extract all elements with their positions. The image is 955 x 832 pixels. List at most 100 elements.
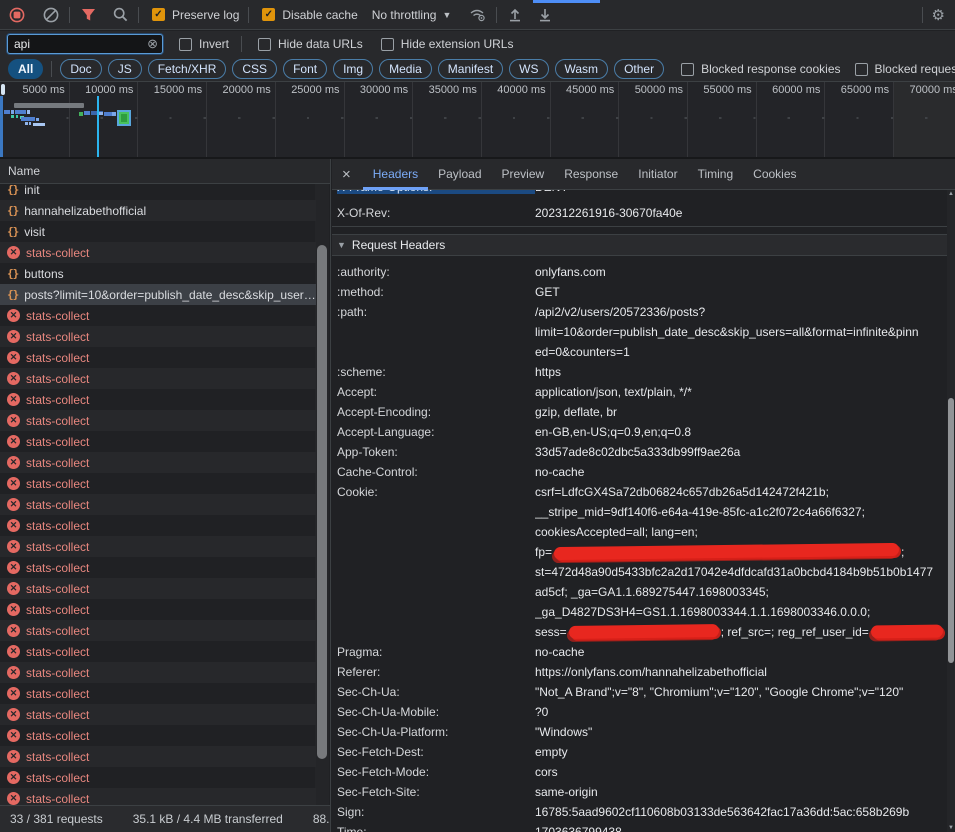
disclosure-triangle-icon[interactable]: ▼ bbox=[337, 240, 346, 250]
overview-window-left-edge[interactable] bbox=[0, 96, 3, 157]
filter-chip-media[interactable]: Media bbox=[379, 59, 432, 79]
disable-cache-checkbox[interactable]: ✓ bbox=[262, 8, 275, 21]
request-row[interactable]: ✕stats-collect bbox=[0, 746, 316, 767]
request-row[interactable]: ✕stats-collect bbox=[0, 389, 316, 410]
header-value: cors bbox=[535, 762, 947, 782]
close-details-icon[interactable]: × bbox=[342, 166, 351, 183]
throttling-select[interactable]: No throttling bbox=[372, 8, 437, 22]
record-button[interactable] bbox=[4, 3, 30, 27]
request-name: stats-collect bbox=[26, 414, 89, 428]
tab-preview[interactable]: Preview bbox=[492, 159, 555, 190]
request-row[interactable]: {}buttons bbox=[0, 263, 316, 284]
waterfall-bar bbox=[4, 110, 10, 114]
request-row[interactable]: ✕stats-collect bbox=[0, 452, 316, 473]
filter-chip-css[interactable]: CSS bbox=[232, 59, 277, 79]
header-value: same-origin bbox=[535, 782, 947, 802]
export-har-button[interactable] bbox=[532, 3, 558, 27]
request-row[interactable]: ✕stats-collect bbox=[0, 410, 316, 431]
header-value: onlyfans.com bbox=[535, 262, 947, 282]
filter-chip-wasm[interactable]: Wasm bbox=[555, 59, 609, 79]
header-value: gzip, deflate, br bbox=[535, 402, 947, 422]
scrollbar-thumb[interactable] bbox=[948, 398, 954, 663]
header-value: 202312261916-30670fa40e bbox=[535, 203, 947, 223]
hide-data-urls-label[interactable]: Hide data URLs bbox=[278, 37, 363, 51]
filter-chip-other[interactable]: Other bbox=[614, 59, 664, 79]
search-button[interactable] bbox=[107, 3, 133, 27]
header-name: X-Of-Rev: bbox=[337, 203, 535, 223]
name-column-header[interactable]: Name bbox=[0, 159, 331, 184]
request-row[interactable]: ✕stats-collect bbox=[0, 494, 316, 515]
tab-timing[interactable]: Timing bbox=[688, 159, 744, 190]
hide-data-urls-checkbox[interactable] bbox=[258, 38, 271, 51]
request-row[interactable]: ✕stats-collect bbox=[0, 326, 316, 347]
filter-input-box[interactable]: ⊗ bbox=[7, 34, 163, 54]
overview-drag-handle[interactable] bbox=[1, 84, 5, 95]
failed-request-icon: ✕ bbox=[7, 771, 20, 784]
scroll-down-icon[interactable]: ▼ bbox=[947, 825, 955, 831]
request-row[interactable]: ✕stats-collect bbox=[0, 536, 316, 557]
failed-request-icon: ✕ bbox=[7, 687, 20, 700]
request-list-scrollbar[interactable]: ▲ ▼ bbox=[315, 161, 329, 829]
request-row[interactable]: ✕stats-collect bbox=[0, 473, 316, 494]
filter-chip-doc[interactable]: Doc bbox=[60, 59, 101, 79]
header-value: no-cache bbox=[535, 642, 947, 662]
request-row[interactable]: ✕stats-collect bbox=[0, 662, 316, 683]
blocked-requests-checkbox[interactable] bbox=[855, 63, 868, 76]
filter-chip-fetch-xhr[interactable]: Fetch/XHR bbox=[148, 59, 227, 79]
request-row[interactable]: ✕stats-collect bbox=[0, 242, 316, 263]
invert-label[interactable]: Invert bbox=[199, 37, 229, 51]
request-row[interactable]: {}visit bbox=[0, 221, 316, 242]
failed-request-icon: ✕ bbox=[7, 519, 20, 532]
request-row[interactable]: ✕stats-collect bbox=[0, 515, 316, 536]
request-row[interactable]: ✕stats-collect bbox=[0, 347, 316, 368]
blocked-response-cookies-label[interactable]: Blocked response cookies bbox=[701, 62, 840, 76]
filter-chip-all[interactable]: All bbox=[8, 59, 43, 79]
request-row[interactable]: ✕stats-collect bbox=[0, 578, 316, 599]
blocked-requests-label[interactable]: Blocked requests bbox=[875, 62, 955, 76]
request-row[interactable]: ✕stats-collect bbox=[0, 431, 316, 452]
filter-chip-js[interactable]: JS bbox=[108, 59, 142, 79]
filter-chip-manifest[interactable]: Manifest bbox=[438, 59, 503, 79]
preserve-log-checkbox[interactable]: ✓ bbox=[152, 8, 165, 21]
request-row[interactable]: ✕stats-collect bbox=[0, 620, 316, 641]
request-row[interactable]: ✕stats-collect bbox=[0, 305, 316, 326]
filter-chip-img[interactable]: Img bbox=[333, 59, 373, 79]
request-row[interactable]: ✕stats-collect bbox=[0, 368, 316, 389]
invert-checkbox[interactable] bbox=[179, 38, 192, 51]
settings-gear-icon[interactable]: ⚙ bbox=[932, 6, 945, 24]
request-row[interactable]: {}hannahelizabethofficial bbox=[0, 200, 316, 221]
request-row[interactable]: ✕stats-collect bbox=[0, 557, 316, 578]
tab-response[interactable]: Response bbox=[554, 159, 628, 190]
request-row[interactable]: {}posts?limit=10&order=publish_date_desc… bbox=[0, 284, 316, 305]
scroll-up-icon[interactable]: ▲ bbox=[947, 191, 955, 197]
filter-chip-ws[interactable]: WS bbox=[509, 59, 548, 79]
disable-cache-label[interactable]: Disable cache bbox=[282, 8, 357, 22]
clear-filter-icon[interactable]: ⊗ bbox=[147, 36, 158, 52]
scrollbar-thumb[interactable] bbox=[317, 245, 327, 759]
hide-extension-urls-checkbox[interactable] bbox=[381, 38, 394, 51]
request-row[interactable]: ✕stats-collect bbox=[0, 599, 316, 620]
hide-extension-urls-label[interactable]: Hide extension URLs bbox=[401, 37, 514, 51]
clear-button[interactable] bbox=[38, 3, 64, 27]
details-scrollbar[interactable]: ▲ ▼ bbox=[947, 190, 955, 832]
request-row[interactable]: ✕stats-collect bbox=[0, 683, 316, 704]
request-headers-section-header[interactable]: ▼ Request Headers bbox=[332, 234, 947, 256]
network-conditions-button[interactable] bbox=[465, 3, 491, 27]
transferred-size: 35.1 kB / 4.4 MB transferred bbox=[133, 812, 283, 826]
filter-toggle-button[interactable] bbox=[75, 3, 101, 27]
blocked-response-cookies-checkbox[interactable] bbox=[681, 63, 694, 76]
tab-initiator[interactable]: Initiator bbox=[628, 159, 687, 190]
import-har-button[interactable] bbox=[502, 3, 528, 27]
filter-chip-font[interactable]: Font bbox=[283, 59, 327, 79]
tab-cookies[interactable]: Cookies bbox=[743, 159, 806, 190]
request-row[interactable]: ✕stats-collect bbox=[0, 641, 316, 662]
tab-payload[interactable]: Payload bbox=[428, 159, 491, 190]
preserve-log-label[interactable]: Preserve log bbox=[172, 8, 239, 22]
tab-headers[interactable]: Headers bbox=[363, 159, 428, 190]
chevron-down-icon[interactable]: ▼ bbox=[442, 10, 451, 20]
request-row[interactable]: ✕stats-collect bbox=[0, 725, 316, 746]
request-row[interactable]: ✕stats-collect bbox=[0, 767, 316, 788]
network-overview-timeline[interactable]: 5000 ms10000 ms15000 ms20000 ms25000 ms3… bbox=[0, 82, 955, 159]
filter-input[interactable] bbox=[8, 37, 134, 51]
request-row[interactable]: ✕stats-collect bbox=[0, 704, 316, 725]
